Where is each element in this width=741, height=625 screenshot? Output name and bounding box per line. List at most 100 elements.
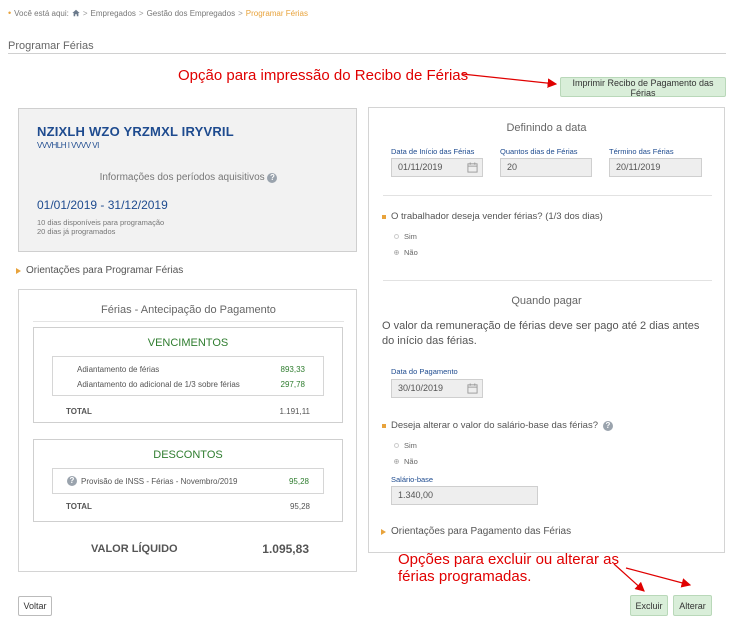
breadcrumb: • Você está aqui: > Empregados > Gestão … xyxy=(8,8,308,18)
valor-liquido-label: VALOR LÍQUIDO xyxy=(91,543,178,555)
desconto-value: 95,28 xyxy=(288,477,309,486)
dias-disponiveis: 10 dias disponíveis para programação xyxy=(37,218,165,227)
vencimentos-title: VENCIMENTOS xyxy=(147,337,229,349)
descontos-title: DESCONTOS xyxy=(153,449,223,461)
orientacoes-programar-label: Orientações para Programar Férias xyxy=(26,265,184,276)
descontos-total-label: TOTAL xyxy=(66,502,92,511)
help-icon[interactable]: ? xyxy=(267,173,278,183)
radio-unchecked-icon xyxy=(394,234,399,239)
calendar-icon[interactable] xyxy=(467,162,478,173)
salario-sim-label: Sim xyxy=(404,441,417,450)
page-title: Programar Férias xyxy=(8,40,94,52)
descontos-total-value: 95,28 xyxy=(289,502,310,511)
salario-nao-label: Não xyxy=(404,457,418,466)
dias-programados: 20 dias já programados xyxy=(37,227,116,236)
vender-radio-sim[interactable]: Sim xyxy=(394,232,417,241)
desconto-label: Provisão de INSS - Férias - Novembro/201… xyxy=(81,477,238,486)
vencimento-value: 297,78 xyxy=(280,380,305,389)
vencimento-label: Adiantamento de férias xyxy=(77,365,160,374)
employee-card: NZIXLH WZO YRZMXL IRYVRIL VVVHLH I VVVV … xyxy=(18,108,357,252)
vender-question-text: O trabalhador deseja vender férias? (1/3… xyxy=(391,211,603,222)
salario-question-text: Deseja alterar o valor do salário-base d… xyxy=(391,420,598,431)
salario-label: Salário-base xyxy=(391,475,434,484)
orientacoes-pagamento-toggle[interactable]: Orientações para Pagamento das Férias xyxy=(381,526,571,537)
breadcrumb-prefix: Você está aqui: xyxy=(14,8,69,18)
antecipacao-divider xyxy=(33,321,344,322)
caret-right-icon xyxy=(381,528,386,535)
periodo-aquisitivo: 01/01/2019 - 31/12/2019 xyxy=(37,198,168,212)
vencimentos-list: Adiantamento de férias 893,33 Adiantamen… xyxy=(52,356,324,396)
radio-checked-icon xyxy=(394,459,399,464)
descontos-box: DESCONTOS ? Provisão de INSS - Férias - … xyxy=(33,439,343,522)
vender-sim-label: Sim xyxy=(404,232,417,241)
vender-nao-label: Não xyxy=(404,248,418,257)
quando-pagar-title: Quando pagar xyxy=(511,295,582,307)
dias-label: Quantos dias de Férias xyxy=(500,147,578,156)
vencimento-label: Adiantamento do adicional de 1/3 sobre f… xyxy=(77,380,240,389)
annotation-edit: Opções para excluir ou alterar as férias… xyxy=(398,551,619,585)
voltar-button[interactable]: Voltar xyxy=(18,596,52,616)
calendar-icon[interactable] xyxy=(467,383,478,394)
annotation-print: Opção para impressão do Recibo de Férias xyxy=(178,67,469,84)
home-icon[interactable] xyxy=(72,9,80,17)
descontos-list: ? Provisão de INSS - Férias - Novembro/2… xyxy=(52,468,324,494)
help-icon[interactable]: ? xyxy=(603,420,613,431)
breadcrumb-separator: > xyxy=(238,8,243,18)
breadcrumb-item-gestao[interactable]: Gestão dos Empregados xyxy=(147,9,236,18)
pagamento-label: Data do Pagamento xyxy=(391,367,458,376)
caret-right-icon xyxy=(16,267,21,274)
employee-subtitle: VVVHLH I VVVV VI xyxy=(37,141,99,150)
breadcrumb-separator: > xyxy=(82,8,88,18)
salario-field[interactable]: 1.340,00 xyxy=(391,486,538,505)
salario-radio-sim[interactable]: Sim xyxy=(394,441,417,450)
termino-date-value: 20/11/2019 xyxy=(616,162,661,172)
quando-pagar-text: O valor da remuneração de férias deve se… xyxy=(382,320,700,347)
bullet-icon xyxy=(382,214,386,219)
ferias-form-panel: Definindo a data Data de Início das Féri… xyxy=(368,107,725,553)
section-divider xyxy=(383,280,712,281)
dias-field[interactable]: 20 xyxy=(500,158,592,177)
salario-radio-nao[interactable]: Não xyxy=(394,457,418,466)
breadcrumb-item-empregados[interactable]: Empregados xyxy=(91,9,136,18)
periodos-label: Informações dos períodos aquisitivos ? xyxy=(19,172,358,183)
print-receipt-button[interactable]: Imprimir Recibo de Pagamento das Férias xyxy=(560,77,726,98)
breadcrumb-current: Programar Férias xyxy=(245,8,308,18)
inicio-date-value: 01/11/2019 xyxy=(398,162,443,172)
vencimentos-box: VENCIMENTOS Adiantamento de férias 893,3… xyxy=(33,327,343,423)
pagamento-date-field[interactable]: 30/10/2019 xyxy=(391,379,483,398)
breadcrumb-separator: > xyxy=(138,8,144,18)
section-divider xyxy=(383,195,712,196)
dias-value: 20 xyxy=(507,162,518,172)
inicio-date-field[interactable]: 01/11/2019 xyxy=(391,158,483,177)
arrow-to-print-button xyxy=(461,73,558,88)
radio-unchecked-icon xyxy=(394,443,399,448)
salario-question: Deseja alterar o valor do salário-base d… xyxy=(382,420,613,431)
termino-date-field: 20/11/2019 xyxy=(609,158,702,177)
bullet-icon xyxy=(382,423,386,428)
title-divider xyxy=(8,53,726,54)
pagamento-date-value: 30/10/2019 xyxy=(398,383,444,393)
help-icon[interactable]: ? xyxy=(67,476,77,486)
employee-name: NZIXLH WZO YRZMXL IRYVRIL xyxy=(37,124,234,139)
orientacoes-pagamento-label: Orientações para Pagamento das Férias xyxy=(391,526,572,537)
vencimentos-total-value: 1.191,11 xyxy=(279,407,310,416)
bullet-icon: • xyxy=(8,8,12,18)
arrow-to-alterar-button xyxy=(625,567,692,588)
periodos-label-text: Informações dos períodos aquisitivos xyxy=(99,172,265,183)
dias-info: 10 dias disponíveis para programação 20 … xyxy=(37,218,164,236)
antecipacao-card: Férias - Antecipação do Pagamento VENCIM… xyxy=(18,289,357,572)
valor-liquido-value: 1.095,83 xyxy=(262,542,309,556)
definindo-title: Definindo a data xyxy=(506,122,587,134)
salario-value: 1.340,00 xyxy=(398,490,434,500)
termino-label: Término das Férias xyxy=(609,147,674,156)
antecipacao-title: Férias - Antecipação do Pagamento xyxy=(101,304,276,316)
vender-question: O trabalhador deseja vender férias? (1/3… xyxy=(382,211,603,222)
vencimentos-total-label: TOTAL xyxy=(66,407,92,416)
inicio-label: Data de Início das Férias xyxy=(391,147,475,156)
alterar-button[interactable]: Alterar xyxy=(673,595,712,616)
vender-radio-nao[interactable]: Não xyxy=(394,248,418,257)
orientacoes-programar-toggle[interactable]: Orientações para Programar Férias xyxy=(16,265,183,276)
excluir-button[interactable]: Excluir xyxy=(630,595,668,616)
vencimento-value: 893,33 xyxy=(280,365,305,374)
radio-checked-icon xyxy=(394,250,399,255)
